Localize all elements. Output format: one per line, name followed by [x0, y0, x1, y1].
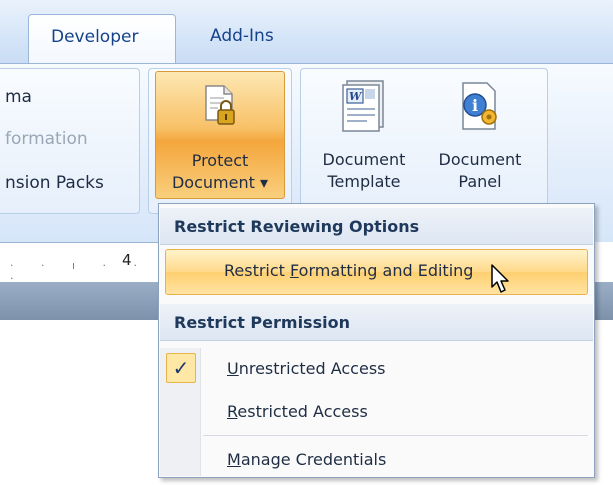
- protect-document-label-1: Protect: [191, 151, 249, 170]
- ruler-number: 4: [122, 251, 132, 269]
- ribbon-group-xml: ma formation nsion Packs: [0, 68, 140, 214]
- label-part: Restrict: [224, 261, 291, 280]
- menu-separator: [203, 435, 588, 436]
- menu-header-reviewing-label: Restrict Reviewing Options: [174, 217, 420, 236]
- menu-item-manage-credentials-label: Manage Credentials: [227, 450, 386, 469]
- menu-item-restrict-formatting[interactable]: Restrict Formatting and Editing: [165, 249, 588, 295]
- document-template-label-2: Template: [327, 172, 401, 191]
- mouse-pointer-icon: [491, 264, 509, 293]
- menu-header-permission: Restrict Permission: [160, 304, 593, 341]
- svg-text:i: i: [472, 96, 478, 115]
- document-template-icon: W: [342, 80, 384, 132]
- menu-item-restricted-access[interactable]: Restricted Access: [160, 392, 593, 432]
- ribbon-group-protect: Protect Document ▾: [148, 68, 292, 214]
- checkmark-icon: ✓: [166, 353, 196, 383]
- accelerator-key: F: [290, 261, 299, 280]
- document-panel-button[interactable]: i Document Panel: [425, 77, 535, 191]
- tab-add-ins-label: Add-Ins: [210, 26, 274, 46]
- protect-document-label-2: Document ▾: [171, 173, 268, 192]
- document-panel-icon: i: [462, 82, 497, 130]
- tab-developer[interactable]: Developer: [28, 14, 176, 64]
- menu-item-restricted-access-label: Restricted Access: [227, 402, 368, 421]
- label-part: anage Credentials: [240, 450, 387, 469]
- schema-button[interactable]: ma: [5, 87, 32, 107]
- svg-text:W: W: [349, 90, 363, 103]
- tab-add-ins[interactable]: Add-Ins: [210, 26, 274, 46]
- protect-document-button[interactable]: Protect Document ▾: [155, 71, 285, 199]
- document-template-button[interactable]: W Document Template: [309, 77, 419, 191]
- menu-item-restrict-formatting-label: Restrict Formatting and Editing: [224, 261, 473, 280]
- protect-document-menu: Restrict Reviewing Options Restrict Form…: [158, 203, 595, 478]
- document-panel-label-2: Panel: [458, 172, 502, 191]
- document-template-label-1: Document: [322, 150, 406, 169]
- ruler-right-edge: [598, 242, 613, 282]
- menu-header-reviewing: Restrict Reviewing Options: [160, 208, 593, 245]
- label-part: ormatting and Editing: [298, 261, 474, 280]
- accelerator-key: R: [227, 402, 238, 421]
- menu-header-permission-label: Restrict Permission: [174, 313, 350, 332]
- label-part: estricted Access: [237, 402, 368, 421]
- document-panel-label-1: Document: [438, 150, 522, 169]
- expansion-packs-button[interactable]: nsion Packs: [5, 173, 104, 193]
- label-part: nrestricted Access: [238, 359, 386, 378]
- horizontal-ruler[interactable]: · · ı · · · 4: [0, 242, 160, 285]
- accelerator-key: U: [227, 359, 239, 378]
- transformation-button[interactable]: formation: [5, 129, 88, 149]
- menu-item-manage-credentials[interactable]: Manage Credentials: [160, 440, 593, 480]
- accelerator-key: M: [227, 450, 241, 469]
- tab-developer-label: Developer: [51, 27, 139, 47]
- menu-item-unrestricted-access-label: Unrestricted Access: [227, 359, 386, 378]
- protect-document-icon: [205, 85, 235, 125]
- ribbon-tab-strip: Developer Add-Ins: [0, 0, 613, 64]
- menu-item-unrestricted-access[interactable]: ✓ Unrestricted Access: [160, 349, 593, 389]
- ribbon-group-templates: W Document Template i Document Panel: [300, 68, 548, 214]
